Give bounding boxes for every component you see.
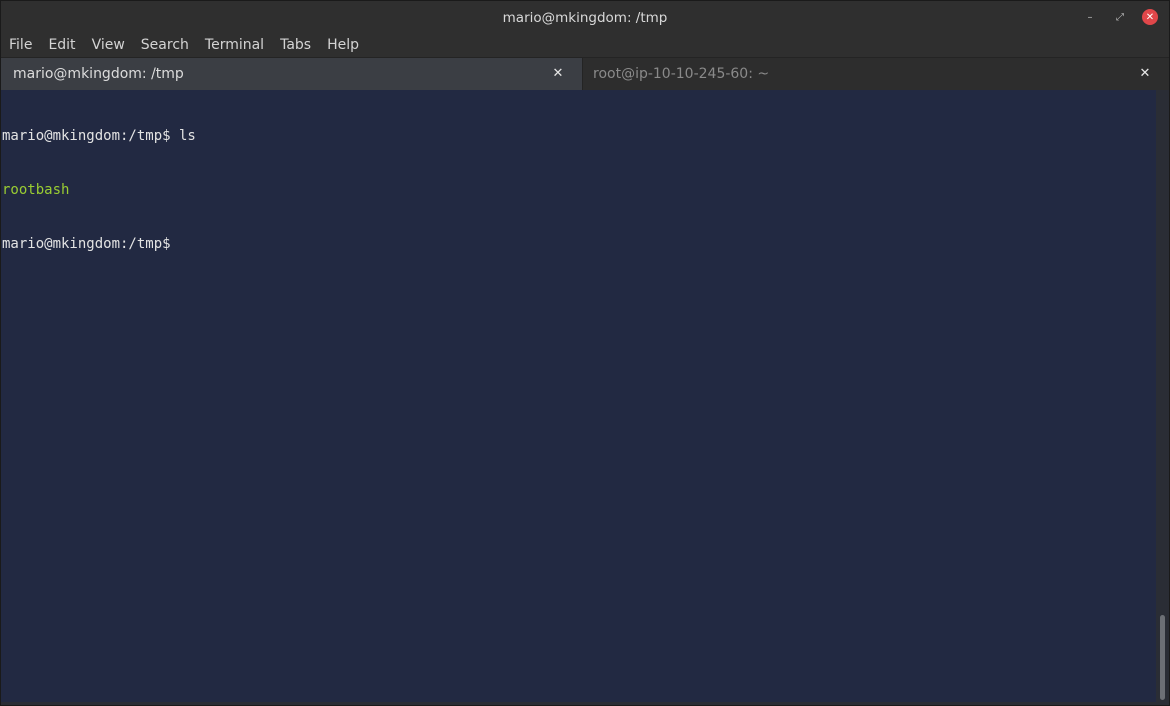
window-title: mario@mkingdom: /tmp [502, 10, 668, 26]
tab-label: root@ip-10-10-245-60: ~ [593, 66, 770, 82]
menu-search[interactable]: Search [133, 35, 197, 55]
minimize-icon[interactable]: – [1082, 9, 1098, 25]
menu-edit[interactable]: Edit [40, 35, 83, 55]
tab-label: mario@mkingdom: /tmp [13, 66, 184, 82]
tab-root-home[interactable]: root@ip-10-10-245-60: ~ ✕ [583, 58, 1169, 90]
terminal-window: mario@mkingdom: /tmp – ⤢ ✕ File Edit Vie… [0, 0, 1170, 706]
tab-close-icon[interactable]: ✕ [550, 66, 566, 82]
terminal-line: mario@mkingdom:/tmp$ ls [2, 128, 196, 144]
terminal-output[interactable]: mario@mkingdom:/tmp$ ls rootbash mario@m… [1, 90, 1156, 702]
terminal-line: mario@mkingdom:/tmp$ [2, 236, 171, 252]
window-bottom-edge [1, 702, 1169, 705]
menu-view[interactable]: View [84, 35, 133, 55]
menu-terminal[interactable]: Terminal [197, 35, 272, 55]
title-bar[interactable]: mario@mkingdom: /tmp – ⤢ ✕ [1, 1, 1169, 33]
scrollbar-thumb[interactable] [1160, 615, 1165, 700]
tab-bar: mario@mkingdom: /tmp ✕ root@ip-10-10-245… [1, 57, 1169, 90]
maximize-icon[interactable]: ⤢ [1112, 9, 1128, 25]
menu-file[interactable]: File [1, 35, 40, 55]
menu-bar: File Edit View Search Terminal Tabs Help [1, 33, 1169, 56]
menu-tabs[interactable]: Tabs [272, 35, 319, 55]
tab-mario-tmp[interactable]: mario@mkingdom: /tmp ✕ [1, 58, 583, 90]
vertical-scrollbar[interactable] [1156, 90, 1169, 702]
menu-help[interactable]: Help [319, 35, 367, 55]
tab-close-icon[interactable]: ✕ [1137, 66, 1153, 82]
terminal-line: rootbash [2, 182, 70, 198]
close-window-icon[interactable]: ✕ [1142, 9, 1158, 25]
